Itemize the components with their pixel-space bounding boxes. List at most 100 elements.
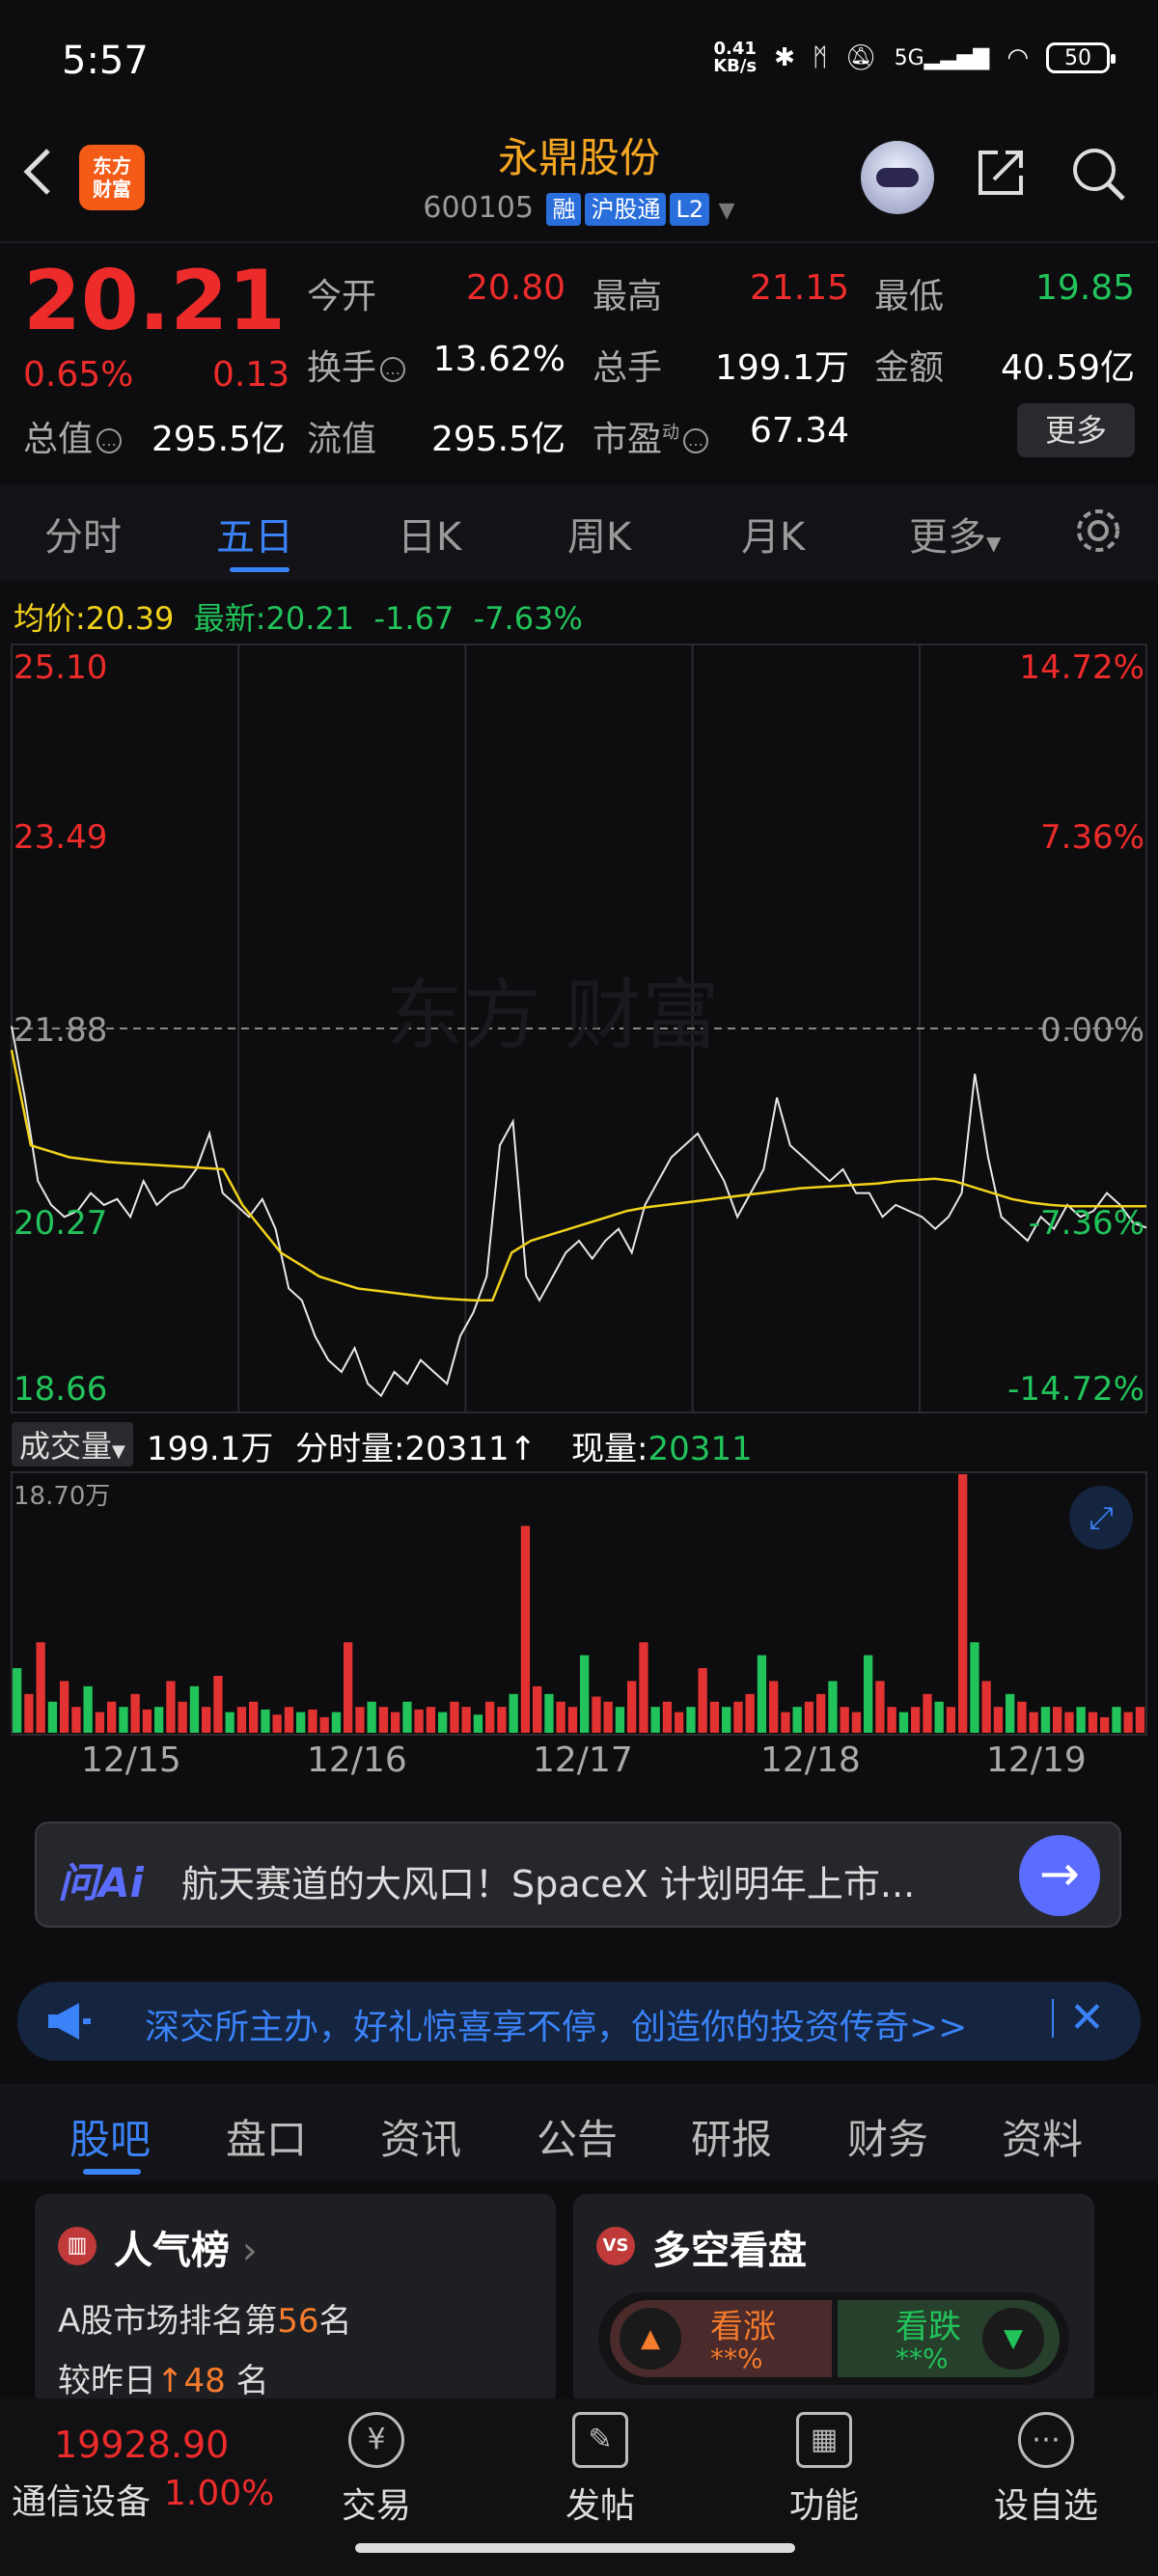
float-value: 295.5亿 [430, 420, 565, 459]
pe-value: 67.34 [749, 411, 849, 451]
price-line [11, 1026, 1147, 1398]
search-icon[interactable] [1069, 145, 1127, 203]
volume-bar [662, 1701, 673, 1733]
y-tick-left-2: 21.88 [14, 1011, 108, 1050]
arrow-right-icon[interactable]: → [1019, 1835, 1100, 1916]
x-tick: 12/16 [307, 1740, 407, 1780]
chevron-down-icon: ▼ [986, 532, 1002, 555]
tab-profile[interactable]: 资料 [1002, 2107, 1083, 2166]
vs-icon: VS [596, 2227, 635, 2265]
tab-weekly-k[interactable]: 周K [567, 506, 631, 562]
tab-daily-k[interactable]: 日K [398, 506, 461, 562]
volume-bar [509, 1693, 518, 1733]
volume-bar [319, 1716, 329, 1733]
amount-value: 40.59亿 [1000, 348, 1135, 388]
nav-trade[interactable]: ¥ 交易 [309, 2412, 444, 2528]
chart-bar-icon: ▥ [58, 2227, 96, 2265]
volume-bar [414, 1709, 424, 1733]
volume-bar [296, 1712, 306, 1733]
tab-news[interactable]: 资讯 [380, 2107, 461, 2166]
volume-bar [958, 1474, 968, 1733]
more-button[interactable]: 更多 [1017, 403, 1135, 457]
volume-bar [698, 1668, 707, 1733]
nfc-icon: ᛗ [812, 43, 828, 72]
volume-bar [1088, 1712, 1098, 1733]
tab-more[interactable]: 更多▼ [909, 506, 1001, 562]
volume-max-label: 18.70万 [14, 1482, 111, 1511]
tick-volume: 分时量:20311↑ [295, 1430, 538, 1468]
volume-bar [119, 1707, 128, 1733]
tab-monthly-k[interactable]: 月K [741, 506, 805, 562]
volume-bar [249, 1701, 259, 1733]
nav-post[interactable]: ✎ 发帖 [533, 2412, 668, 2528]
volume-bar [1017, 1701, 1027, 1733]
volume-bar [391, 1712, 400, 1733]
tab-intraday[interactable]: 分时 [44, 506, 122, 562]
volume-bar [1076, 1707, 1086, 1733]
x-tick: 12/15 [81, 1740, 181, 1780]
stock-code: 600105 [423, 191, 534, 225]
volume-bar [344, 1642, 353, 1733]
y-tick-left-4: 18.66 [14, 1370, 108, 1409]
volume-bar [709, 1701, 720, 1733]
chevron-down-icon[interactable]: ▼ [719, 199, 735, 223]
sector-name[interactable]: 通信设备 [12, 2474, 151, 2524]
ai-robot-icon[interactable] [861, 141, 934, 214]
volume-bar [402, 1701, 412, 1733]
volume-bar [686, 1707, 696, 1733]
volume-bar [461, 1707, 471, 1733]
sector-index-value[interactable]: 19928.90 [54, 2424, 229, 2466]
volume-bar [757, 1655, 767, 1733]
promo-text[interactable]: 深交所主办，好礼惊喜享不停，创造你的投资传奇>> [145, 1999, 967, 2049]
volume-bar [47, 1701, 58, 1733]
hk-connect-tag: 沪股通 [585, 193, 667, 226]
x-tick: 12/18 [760, 1740, 861, 1780]
info-icon[interactable]: … [96, 428, 123, 453]
tab-guba[interactable]: 股吧 [69, 2107, 151, 2166]
volume-bar [851, 1712, 862, 1733]
watermark: 东方 财富 [386, 971, 719, 1060]
popularity-change: 较昨日↑48 名 [58, 2362, 269, 2400]
y-tick-left-3: 20.27 [14, 1204, 108, 1243]
status-icons: 0.41 KB/s ✱ ᛗ 🔕︎ 5G▂▃▅▇ ◠ 50 [713, 39, 1116, 77]
arrow-up-icon: ▲ [620, 2308, 681, 2370]
ai-headline[interactable]: 航天赛道的大风口！SpaceX 计划明年上市... [181, 1854, 915, 1907]
volume-bar [1123, 1712, 1133, 1733]
volume-bar [1029, 1712, 1038, 1733]
volume-bar [202, 1707, 211, 1733]
tab-research[interactable]: 研报 [691, 2107, 772, 2166]
volume-bar [473, 1714, 483, 1733]
volume-bar [615, 1707, 625, 1733]
price-chart[interactable]: 东方 财富 [0, 637, 1158, 1418]
sector-change: 1.00% [164, 2474, 275, 2513]
amount-label: 金额 [874, 348, 945, 388]
gear-icon[interactable] [1071, 504, 1125, 558]
info-icon[interactable]: … [380, 357, 406, 382]
volume-bar [864, 1655, 873, 1733]
tab-pankou[interactable]: 盘口 [226, 2107, 307, 2166]
change-amount: 0.13 [212, 355, 290, 395]
net-speed: 0.41 KB/s [713, 39, 758, 76]
expand-icon[interactable]: ⤢ [1069, 1486, 1133, 1549]
bear-value: **% [896, 2343, 949, 2374]
volume-bar [828, 1681, 838, 1733]
nav-add-watchlist[interactable]: ⋯ 设自选 [979, 2412, 1114, 2528]
tab-five-day[interactable]: 五日 [216, 506, 293, 562]
volume-bar [166, 1681, 176, 1733]
volume-bar [189, 1685, 200, 1733]
volume-selector[interactable]: 成交量▼ [12, 1422, 133, 1466]
y-tick-left-1: 23.49 [14, 818, 108, 857]
volume-bar [497, 1707, 507, 1733]
now-volume: 现量:20311 [571, 1430, 753, 1468]
volume-bar [367, 1701, 376, 1733]
high-value: 21.15 [749, 268, 849, 308]
nav-functions[interactable]: ▦ 功能 [757, 2412, 892, 2528]
volume-bar [95, 1712, 105, 1733]
mktcap-label: 总值… [23, 411, 123, 461]
tab-finance[interactable]: 财务 [847, 2107, 928, 2166]
volume-bar [592, 1696, 601, 1733]
share-icon[interactable] [973, 145, 1029, 201]
close-icon[interactable]: ✕ [1069, 1993, 1105, 2042]
volume-bar [816, 1693, 826, 1733]
tab-announcements[interactable]: 公告 [537, 2107, 618, 2166]
